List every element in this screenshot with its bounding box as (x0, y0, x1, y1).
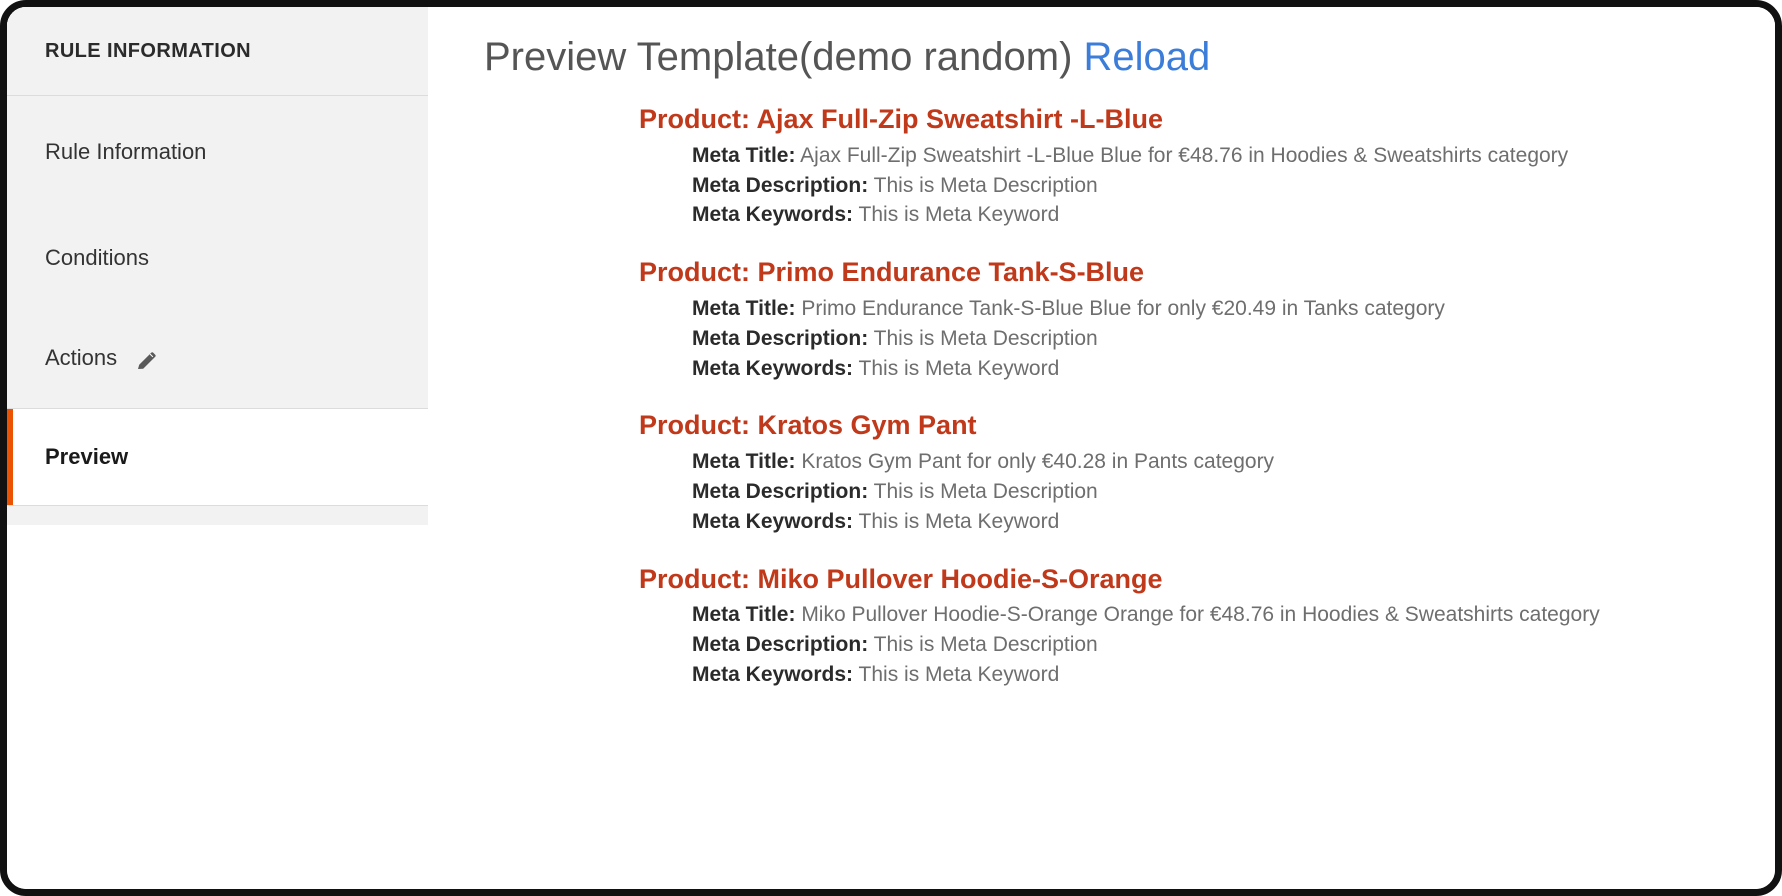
reload-link[interactable]: Reload (1084, 35, 1211, 79)
meta-description-value: This is Meta Description (873, 633, 1098, 657)
app-window: RULE INFORMATION Rule Information Condit… (0, 0, 1782, 896)
sidebar-nav: Rule Information Conditions Actions (7, 96, 428, 409)
sidebar-footer-strip (7, 505, 428, 525)
meta-description-label: Meta Description: (692, 326, 869, 350)
sidebar-item-label: Rule Information (45, 139, 207, 164)
meta-title-line: Meta Title: Kratos Gym Pant for only €40… (692, 447, 1700, 477)
meta-keywords-value: This is Meta Keyword (858, 509, 1060, 533)
meta-keywords-label: Meta Keywords: (692, 203, 854, 227)
product-heading: Product: Ajax Full-Zip Sweatshirt -L-Blu… (639, 104, 1164, 134)
meta-keywords-line: Meta Keywords: This is Meta Keyword (692, 200, 1700, 230)
product-meta-list: Meta Title: Miko Pullover Hoodie-S-Orang… (639, 600, 1727, 689)
sidebar-item-actions[interactable]: Actions (7, 308, 428, 408)
meta-keywords-line: Meta Keywords: This is Meta Keyword (692, 354, 1700, 384)
meta-description-line: Meta Description: This is Meta Descripti… (692, 324, 1700, 354)
meta-description-line: Meta Description: This is Meta Descripti… (692, 630, 1700, 660)
meta-title-label: Meta Title: (692, 296, 796, 320)
product-block: Product: Kratos Gym Pant Meta Title: Kra… (639, 409, 1727, 536)
meta-description-line: Meta Description: This is Meta Descripti… (692, 477, 1700, 507)
page-title-text: Preview Template(demo random) (484, 35, 1073, 79)
meta-title-value: Primo Endurance Tank-S-Blue Blue for onl… (801, 296, 1445, 320)
meta-keywords-label: Meta Keywords: (692, 509, 854, 533)
meta-keywords-value: This is Meta Keyword (858, 203, 1060, 227)
product-block: Product: Miko Pullover Hoodie-S-Orange M… (639, 563, 1727, 690)
meta-title-value: Kratos Gym Pant for only €40.28 in Pants… (801, 450, 1275, 474)
sidebar-item-label: Actions (45, 345, 118, 370)
page-title: Preview Template(demo random) Reload (428, 7, 1775, 81)
product-meta-list: Meta Title: Kratos Gym Pant for only €40… (639, 447, 1727, 536)
meta-title-line: Meta Title: Miko Pullover Hoodie-S-Orang… (692, 600, 1700, 630)
product-heading: Product: Primo Endurance Tank-S-Blue (639, 257, 1145, 288)
product-heading: Product: Miko Pullover Hoodie-S-Orange (639, 563, 1163, 594)
meta-description-label: Meta Description: (692, 479, 869, 503)
meta-keywords-line: Meta Keywords: This is Meta Keyword (692, 660, 1700, 690)
sidebar-item-rule-information[interactable]: Rule Information (7, 96, 428, 208)
product-meta-list: Meta Title: Primo Endurance Tank-S-Blue … (639, 294, 1727, 383)
sidebar-header: RULE INFORMATION (7, 7, 428, 96)
product-block: Product: Ajax Full-Zip Sweatshirt -L-Blu… (639, 103, 1727, 230)
sidebar-item-conditions[interactable]: Conditions (7, 208, 428, 308)
meta-title-line: Meta Title: Primo Endurance Tank-S-Blue … (692, 294, 1700, 324)
meta-description-value: This is Meta Description (873, 479, 1098, 503)
pencil-icon[interactable] (135, 348, 159, 372)
sidebar-header-title: RULE INFORMATION (45, 39, 252, 62)
meta-description-value: This is Meta Description (873, 326, 1098, 350)
meta-title-label: Meta Title: (692, 143, 796, 167)
meta-description-value: This is Meta Description (873, 173, 1098, 197)
preview-list: Product: Ajax Full-Zip Sweatshirt -L-Blu… (428, 81, 1775, 690)
meta-keywords-value: This is Meta Keyword (858, 356, 1060, 380)
meta-keywords-label: Meta Keywords: (692, 662, 854, 686)
meta-description-label: Meta Description: (692, 173, 869, 197)
main-content: Preview Template(demo random) Reload Pro… (428, 7, 1775, 690)
product-block: Product: Primo Endurance Tank-S-Blue Met… (639, 256, 1727, 383)
meta-description-line: Meta Description: This is Meta Descripti… (692, 171, 1700, 201)
sidebar-item-preview[interactable]: Preview (7, 409, 428, 505)
sidebar: RULE INFORMATION Rule Information Condit… (7, 7, 428, 525)
meta-keywords-value: This is Meta Keyword (858, 662, 1060, 686)
meta-title-label: Meta Title: (692, 603, 796, 627)
meta-title-value: Ajax Full-Zip Sweatshirt -L-Blue Blue fo… (800, 143, 1569, 167)
meta-title-line: Meta Title: Ajax Full-Zip Sweatshirt -L-… (692, 141, 1700, 171)
meta-title-value: Miko Pullover Hoodie-S-Orange Orange for… (801, 603, 1600, 627)
product-heading: Product: Kratos Gym Pant (639, 410, 977, 441)
meta-keywords-label: Meta Keywords: (692, 356, 854, 380)
meta-description-label: Meta Description: (692, 633, 869, 657)
sidebar-item-label: Preview (45, 444, 129, 469)
meta-keywords-line: Meta Keywords: This is Meta Keyword (692, 507, 1700, 537)
sidebar-item-label: Conditions (45, 245, 149, 270)
meta-title-label: Meta Title: (692, 450, 796, 474)
product-meta-list: Meta Title: Ajax Full-Zip Sweatshirt -L-… (639, 141, 1727, 230)
